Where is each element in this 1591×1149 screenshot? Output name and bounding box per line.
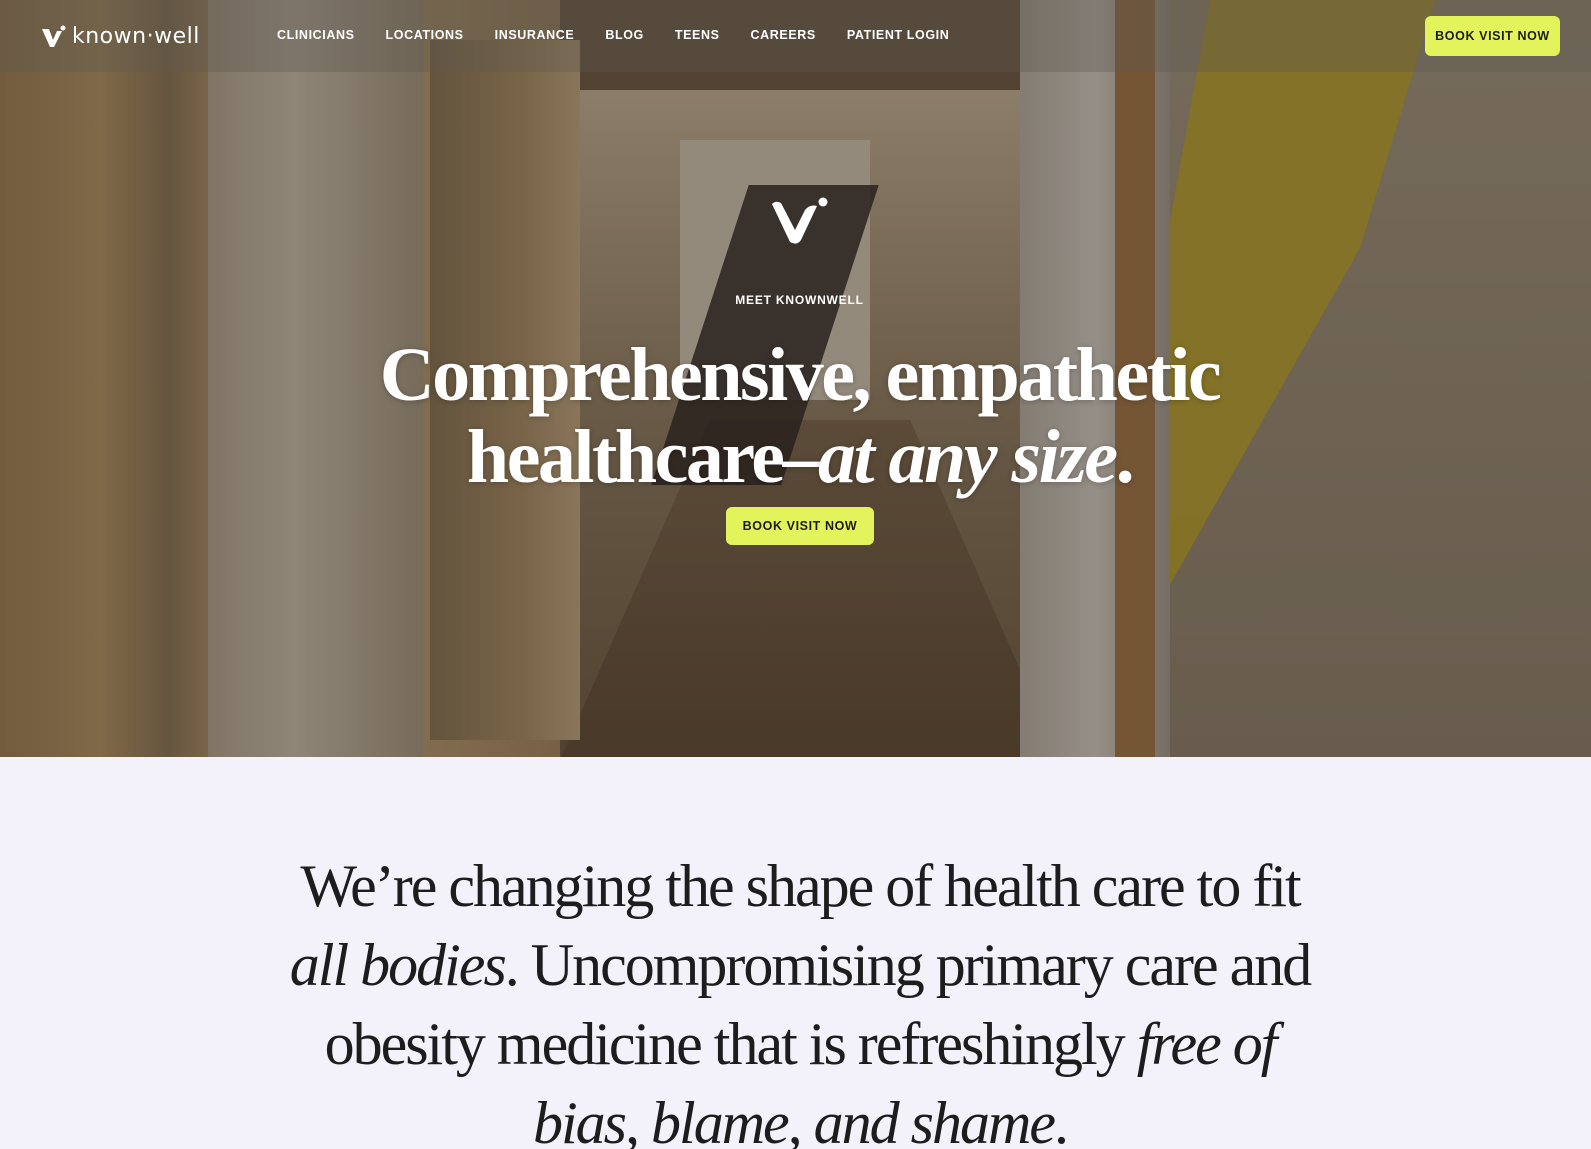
nav-link-clinicians[interactable]: CLINICIANS xyxy=(277,28,355,42)
hero-eyebrow: MEET KNOWNWELL xyxy=(735,293,864,307)
hero-title: Comprehensive, empathetic healthcare–at … xyxy=(0,334,1591,498)
hero-title-period: . xyxy=(1115,415,1135,499)
nav-link-patient-login[interactable]: PATIENT LOGIN xyxy=(847,28,949,42)
logo-mark-icon xyxy=(42,25,66,47)
nav-link-insurance[interactable]: INSURANCE xyxy=(495,28,575,42)
top-navigation: known·well CLINICIANS LOCATIONS INSURANC… xyxy=(0,0,1591,72)
hero-section: known·well CLINICIANS LOCATIONS INSURANC… xyxy=(0,0,1591,757)
book-visit-button-hero[interactable]: BOOK VISIT NOW xyxy=(726,507,874,545)
nav-link-locations[interactable]: LOCATIONS xyxy=(386,28,464,42)
hero-title-emphasis: at any size xyxy=(817,415,1118,499)
nav-link-blog[interactable]: BLOG xyxy=(605,28,644,42)
mission-section: We’re changing the shape of health care … xyxy=(0,757,1591,1149)
knownwell-mark-icon xyxy=(772,197,828,244)
mission-text-1: We’re changing the shape of health care … xyxy=(300,853,1301,919)
nav-links: CLINICIANS LOCATIONS INSURANCE BLOG TEEN… xyxy=(277,28,980,42)
nav-link-careers[interactable]: CAREERS xyxy=(751,28,816,42)
hero-title-line2: healthcare– xyxy=(466,415,821,499)
mission-emphasis-1: all bodies xyxy=(289,932,507,998)
book-visit-button-nav[interactable]: BOOK VISIT NOW xyxy=(1425,16,1560,56)
logo-text: known·well xyxy=(72,24,200,49)
brand-logo[interactable]: known·well xyxy=(40,24,200,49)
nav-link-teens[interactable]: TEENS xyxy=(675,28,720,42)
mission-statement: We’re changing the shape of health care … xyxy=(280,847,1320,1149)
hero-title-line1: Comprehensive, empathetic xyxy=(379,333,1222,417)
mission-text-3: . xyxy=(1053,1090,1069,1149)
